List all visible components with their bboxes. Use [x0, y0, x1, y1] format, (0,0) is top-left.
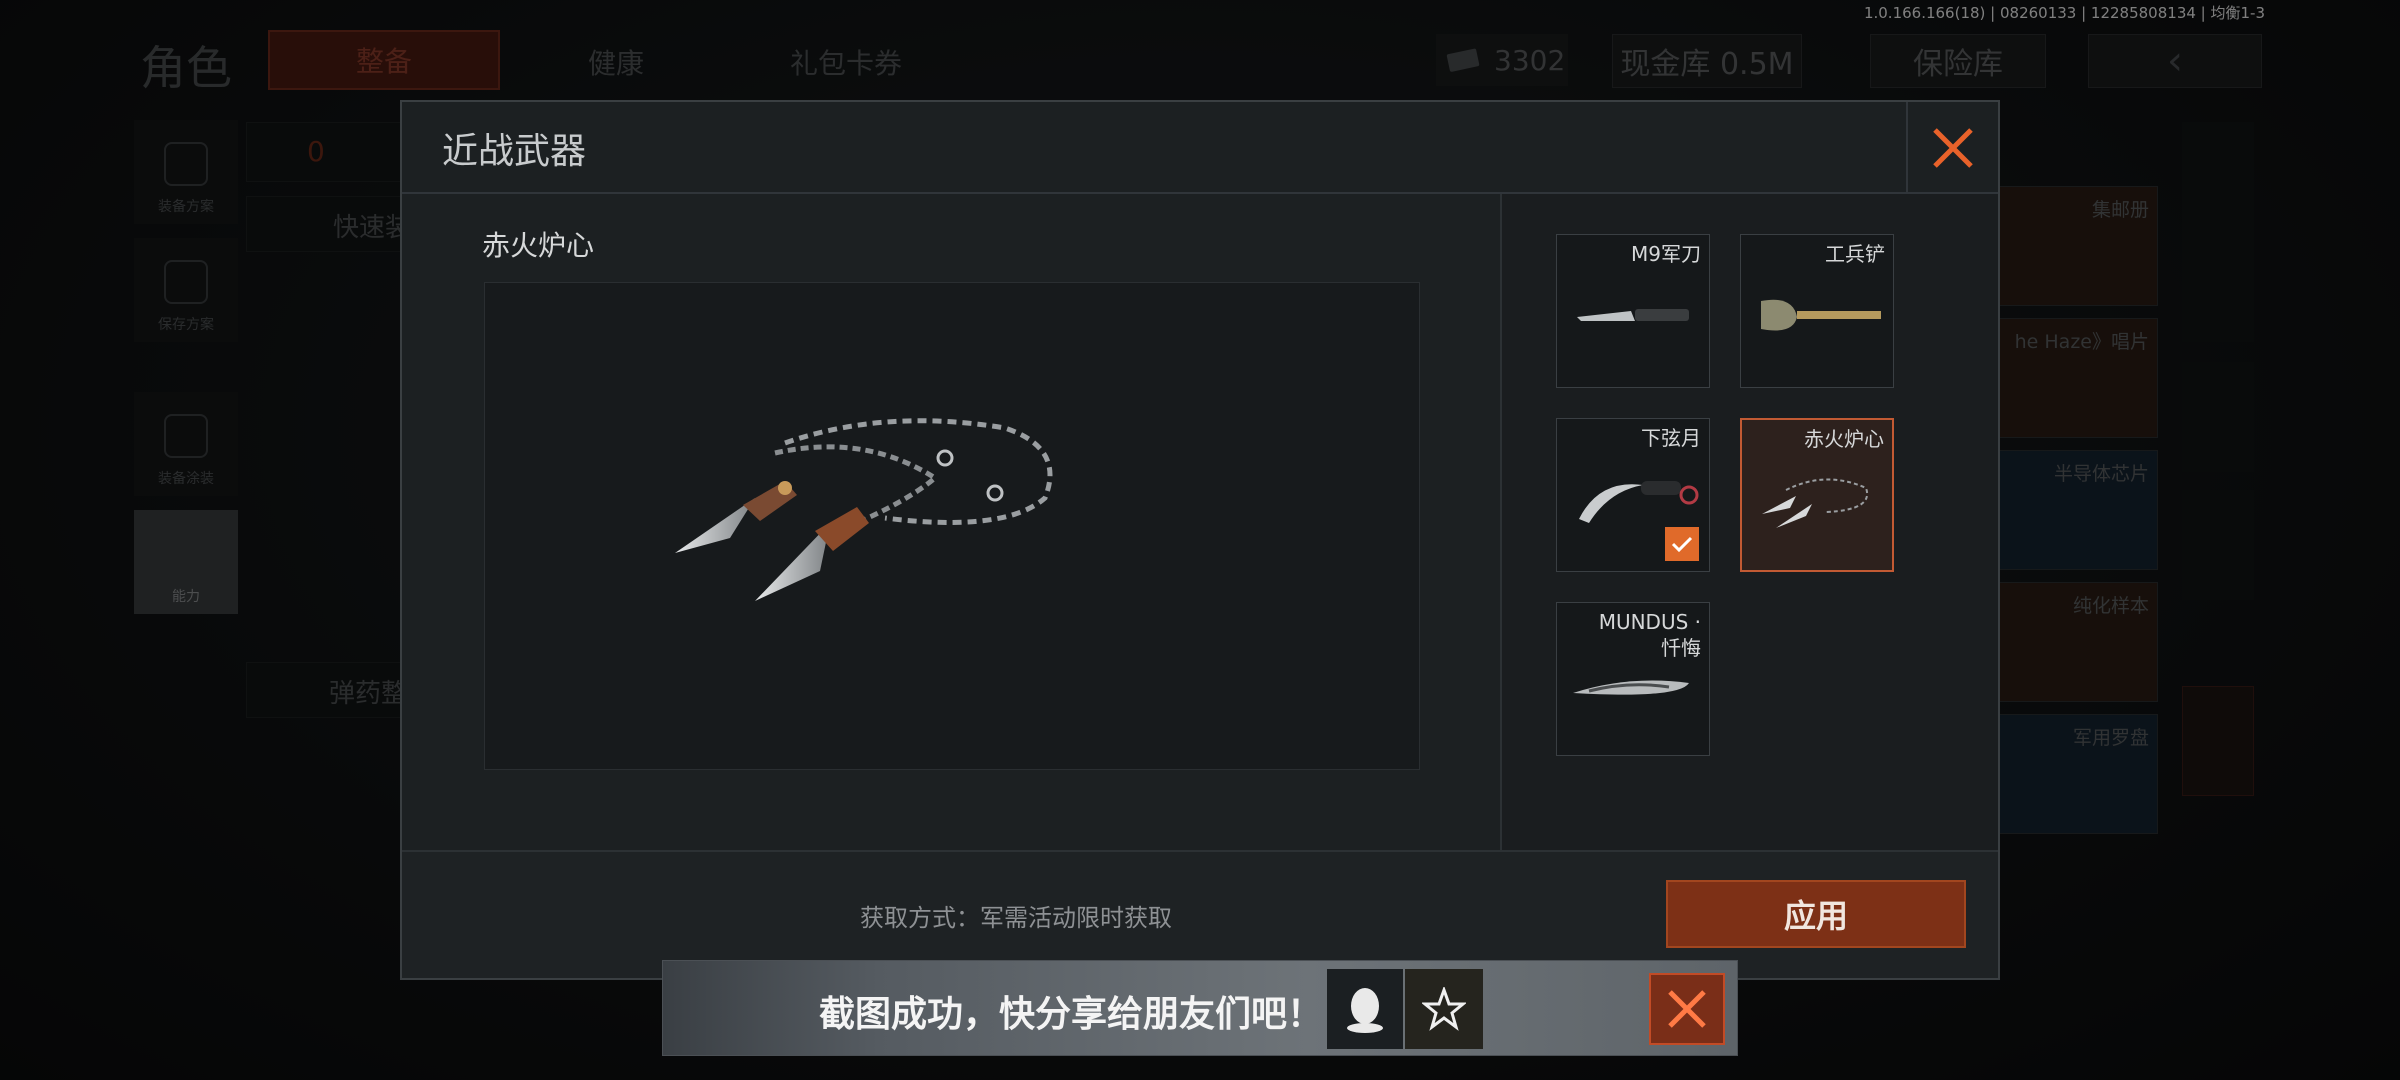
weapon-card-chihuo[interactable]: 赤火炉心: [1740, 418, 1894, 572]
shovel-icon: [1761, 299, 1881, 331]
preview-area: 赤火炉心: [402, 194, 1500, 850]
dialog-footer: 获取方式：军需活动限时获取 应用: [402, 850, 1998, 978]
ornate-knife-icon: [1573, 680, 1689, 695]
share-qq-button[interactable]: [1327, 969, 1403, 1049]
weapon-card-label: M9军刀: [1631, 242, 1701, 266]
melee-weapon-dialog: 近战武器 赤火炉心 M9军刀 工兵铲 下弦月 赤火炉心 MUNDUS · 忏悔 …: [400, 100, 2000, 980]
weapon-card-label: 下弦月: [1641, 426, 1701, 450]
weapon-preview[interactable]: [484, 282, 1420, 770]
equipped-check-icon: [1665, 527, 1699, 561]
kunai-chain-image: [675, 418, 1053, 601]
weapon-card-label: MUNDUS · 忏悔: [1598, 610, 1701, 660]
dialog-title: 近战武器: [442, 131, 587, 172]
dialog-header: 近战武器: [402, 102, 1998, 194]
screenshot-toast: 截图成功，快分享给朋友们吧！: [662, 960, 1738, 1056]
weapon-card-label: 赤火炉心: [1804, 427, 1884, 451]
toast-message: 截图成功，快分享给朋友们吧！: [819, 994, 1324, 1035]
qq-penguin-icon: [1347, 988, 1383, 1033]
selected-weapon-name: 赤火炉心: [482, 229, 595, 262]
share-qzone-button[interactable]: [1405, 969, 1483, 1049]
star-icon: [1422, 987, 1466, 1031]
weapon-card-label: 工兵铲: [1825, 242, 1885, 266]
close-icon: [1668, 990, 1706, 1028]
acquire-method: 获取方式：军需活动限时获取: [860, 904, 1172, 932]
weapon-card-shovel[interactable]: 工兵铲: [1740, 234, 1894, 388]
weapon-card-m9[interactable]: M9军刀: [1556, 234, 1710, 388]
kunai-icon: [1762, 478, 1869, 528]
close-icon: [1933, 128, 1973, 168]
toast-close-button[interactable]: [1649, 973, 1725, 1045]
close-button[interactable]: [1906, 102, 1998, 194]
apply-button[interactable]: 应用: [1666, 880, 1966, 948]
karambit-icon: [1579, 481, 1699, 523]
weapon-card-mundus[interactable]: MUNDUS · 忏悔: [1556, 602, 1710, 756]
weapon-card-karambit[interactable]: 下弦月: [1556, 418, 1710, 572]
knife-icon: [1577, 309, 1689, 321]
weapon-list: M9军刀 工兵铲 下弦月 赤火炉心 MUNDUS · 忏悔: [1500, 194, 1998, 850]
